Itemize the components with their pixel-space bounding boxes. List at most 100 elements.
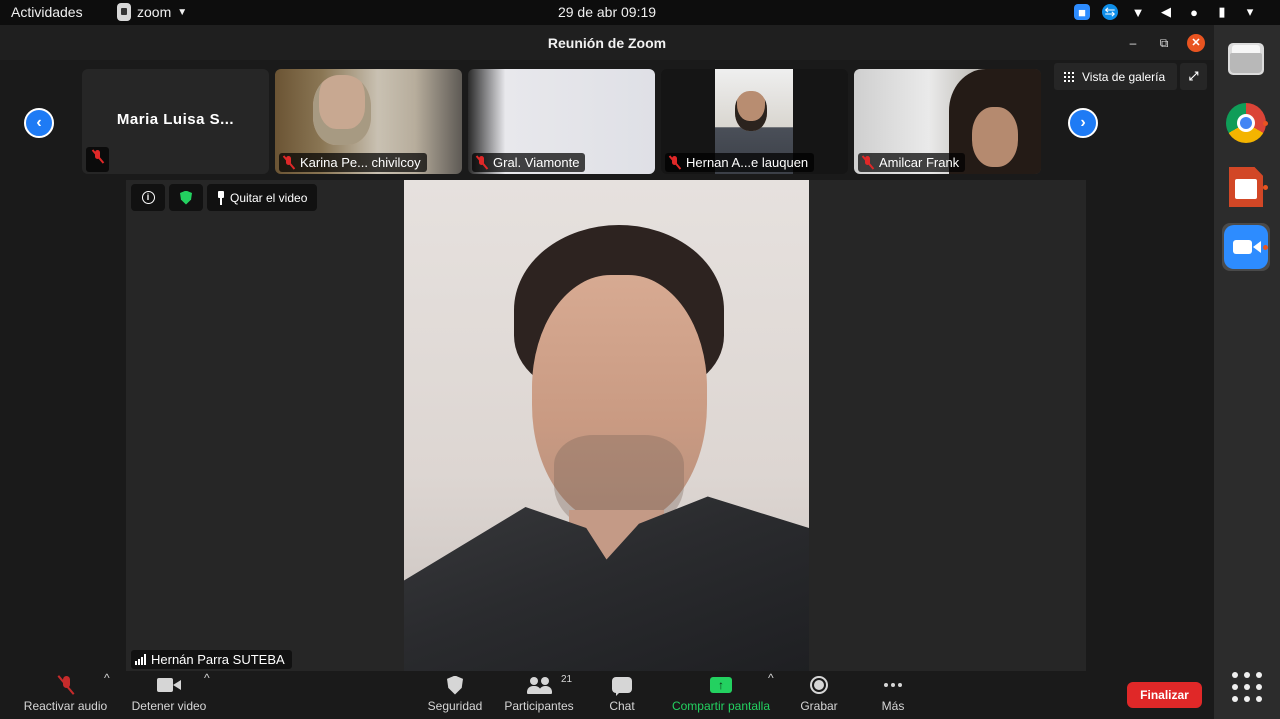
mic-muted-icon (476, 155, 487, 170)
dock-zoom[interactable] (1222, 223, 1270, 271)
participant-tile[interactable]: Amilcar Frank (854, 69, 1041, 174)
participants-icon (526, 676, 552, 694)
dock-impress[interactable] (1222, 163, 1270, 211)
running-indicator (1263, 121, 1268, 126)
participant-name: Amilcar Frank (879, 155, 960, 170)
gallery-prev-button[interactable]: ‹ (24, 108, 54, 138)
system-top-bar: Actividades zoom ▼ 29 de abr 09:19 ■ ⇆ ▼… (0, 0, 1280, 25)
muted-indicator (86, 147, 109, 172)
battery-icon[interactable]: ▮ (1214, 4, 1230, 20)
record-button[interactable]: Grabar (796, 671, 842, 719)
participant-name-label: Karina Pe... chivilcoy (279, 153, 427, 172)
mic-muted-icon (92, 150, 103, 164)
encryption-button[interactable] (169, 184, 203, 211)
pin-icon (217, 190, 225, 205)
clock[interactable]: 29 de abr 09:19 (0, 4, 1214, 20)
unmute-audio-label: Reactivar audio (23, 699, 108, 713)
participant-video-head (735, 91, 767, 131)
more-dots-icon (884, 683, 902, 687)
meeting-toolbar: Reactivar audio ^ Detener video ^ Seguri… (0, 671, 1214, 719)
security-shield-icon (447, 675, 463, 695)
teamviewer-tray-icon[interactable]: ⇆ (1102, 4, 1118, 20)
video-options-caret[interactable]: ^ (204, 671, 210, 719)
security-label: Seguridad (427, 699, 483, 713)
microphone-icon[interactable]: ● (1186, 4, 1202, 20)
wifi-icon[interactable]: ▼ (1130, 4, 1146, 20)
participant-name-label: Gral. Viamonte (472, 153, 586, 172)
share-options-caret[interactable]: ^ (768, 671, 774, 719)
participant-name: Maria Luisa S... (116, 111, 235, 128)
mic-muted-icon (669, 155, 680, 170)
shield-icon (180, 190, 192, 205)
participant-name: Gral. Viamonte (493, 155, 580, 170)
zoom-tray-icon[interactable]: ■ (1074, 4, 1090, 20)
meeting-area: ‹ Maria Luisa S... Karina Pe... chivilco… (0, 60, 1214, 671)
zoom-icon (1224, 225, 1268, 269)
presentation-icon (1229, 167, 1263, 207)
security-button[interactable]: Seguridad (424, 671, 486, 719)
window-title: Reunión de Zoom (547, 35, 667, 51)
participant-name-label: Hernan A...e lauquen (665, 153, 815, 172)
participants-label: Participantes (504, 699, 574, 713)
running-indicator (1263, 245, 1268, 250)
participant-video (313, 75, 371, 145)
files-icon (1228, 43, 1264, 75)
participant-name: Hernan A...e lauquen (686, 155, 809, 170)
share-screen-button[interactable]: ↑ Compartir pantalla (666, 671, 776, 719)
stop-video-label: Detener video (131, 699, 207, 713)
participant-tile[interactable]: Maria Luisa S... (82, 69, 269, 174)
audio-options-caret[interactable]: ^ (104, 671, 110, 719)
gallery-view-label: Vista de galería (1082, 69, 1166, 84)
running-indicator (1263, 185, 1268, 190)
maximize-button[interactable]: ⧉ (1155, 34, 1173, 52)
dock-chrome[interactable] (1222, 99, 1270, 147)
participant-tile[interactable]: Karina Pe... chivilcoy (275, 69, 462, 174)
window-title-bar: Reunión de Zoom – ⧉ ✕ (0, 25, 1214, 60)
unpin-video-label: Quitar el video (230, 190, 308, 205)
gallery-view-button[interactable]: Vista de galería (1054, 63, 1177, 90)
more-label: Más (881, 699, 905, 713)
participants-button[interactable]: 21 Participantes (500, 671, 578, 719)
unmute-audio-button[interactable]: Reactivar audio (18, 671, 113, 719)
participant-tile[interactable]: Hernan A...e lauquen (661, 69, 848, 174)
chat-button[interactable]: Chat (600, 671, 644, 719)
chat-label: Chat (609, 699, 635, 713)
show-applications-icon[interactable] (1232, 672, 1262, 702)
info-icon: i (141, 191, 155, 204)
gallery-next-button[interactable]: › (1068, 108, 1098, 138)
share-screen-icon: ↑ (710, 677, 732, 693)
participant-tile[interactable]: Gral. Viamonte (468, 69, 655, 174)
system-tray[interactable]: ■ ⇆ ▼ ◀ ● ▮ ▾ (1074, 4, 1258, 20)
participant-name: Karina Pe... chivilcoy (300, 155, 421, 170)
end-meeting-button[interactable]: Finalizar (1127, 682, 1202, 708)
dock-files[interactable] (1222, 35, 1270, 83)
share-screen-label: Compartir pantalla (671, 699, 771, 713)
volume-icon[interactable]: ◀ (1158, 4, 1174, 20)
speaker-name: Hernán Parra SUTEBA (151, 652, 285, 667)
more-button[interactable]: Más (876, 671, 910, 719)
participant-video-face (972, 107, 1018, 167)
active-speaker-video (404, 180, 809, 671)
system-menu-caret-icon[interactable]: ▾ (1242, 4, 1258, 20)
chat-icon (612, 677, 632, 696)
signal-bars-icon (135, 654, 146, 665)
minimize-button[interactable]: – (1124, 34, 1142, 52)
grid-icon (1064, 71, 1074, 82)
camera-icon (157, 678, 181, 692)
mic-muted-icon (862, 155, 873, 170)
close-window-button[interactable]: ✕ (1187, 34, 1205, 52)
mic-muted-icon (283, 155, 294, 170)
active-speaker-area: i Quitar el video Hernán Parra SUTEBA (126, 180, 1086, 671)
speaker-name-label: Hernán Parra SUTEBA (131, 650, 292, 669)
record-icon (810, 676, 828, 694)
unpin-video-button[interactable]: Quitar el video (207, 184, 318, 211)
meeting-info-button[interactable]: i (131, 184, 165, 211)
participants-count: 21 (561, 674, 573, 685)
fullscreen-button[interactable]: ⤢ (1180, 63, 1207, 90)
participant-name-label: Amilcar Frank (858, 153, 966, 172)
stop-video-button[interactable]: Detener video (126, 671, 212, 719)
mic-muted-icon (60, 676, 72, 694)
dock (1214, 25, 1280, 719)
chrome-icon (1226, 103, 1266, 143)
record-label: Grabar (800, 699, 838, 713)
